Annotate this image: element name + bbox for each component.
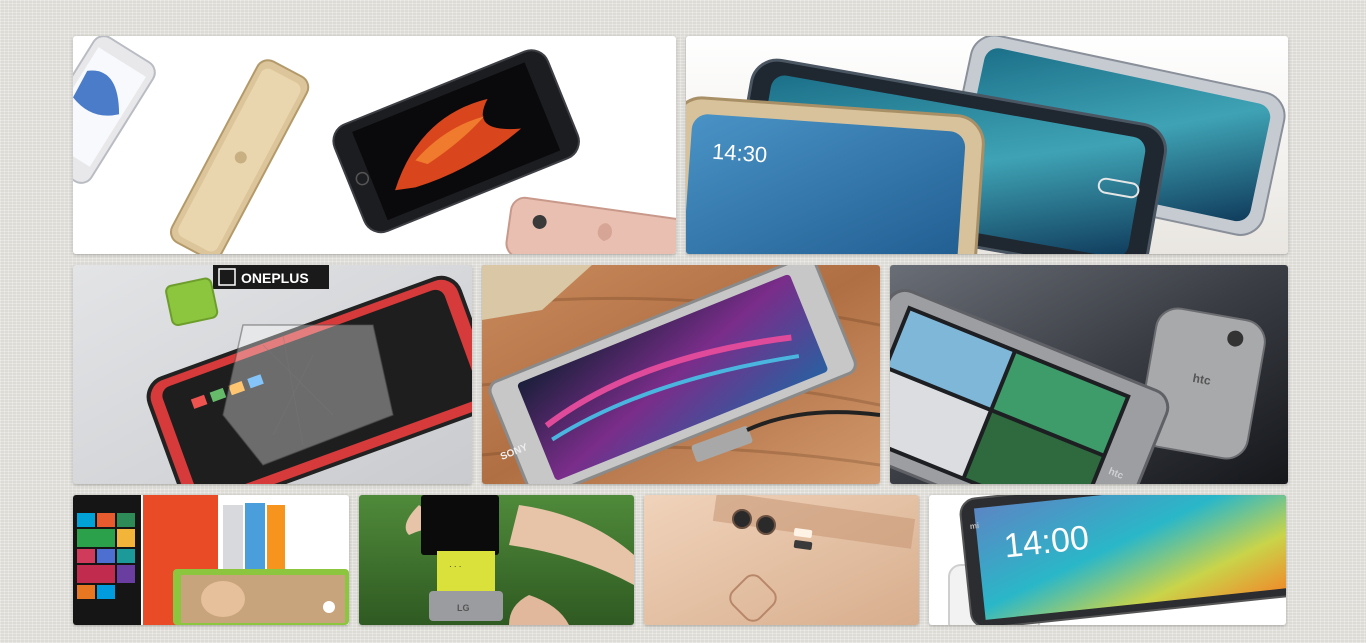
gallery-tile-huawei[interactable] bbox=[644, 495, 919, 625]
mi-logo-text: mi bbox=[969, 521, 979, 531]
gallery-tile-lumia[interactable] bbox=[73, 495, 349, 625]
xperia-image: SONY bbox=[482, 265, 880, 484]
gallery-tile-galaxy[interactable]: 14:30 bbox=[686, 36, 1288, 254]
gallery-tile-xperia[interactable]: SONY bbox=[482, 265, 880, 484]
svg-text:· · ·: · · · bbox=[449, 562, 461, 571]
galaxy-image: 14:30 bbox=[686, 36, 1288, 254]
htc-image: htc htc bbox=[890, 265, 1288, 484]
svg-text:14:30: 14:30 bbox=[711, 139, 768, 168]
lumia-image bbox=[73, 495, 349, 625]
oneplus-image: ONEPLUS bbox=[73, 265, 472, 484]
gallery-tile-htc[interactable]: htc htc bbox=[890, 265, 1288, 484]
huawei-image bbox=[644, 495, 919, 625]
gallery-tile-oneplus[interactable]: ONEPLUS bbox=[73, 265, 472, 484]
mi-image: 14:00 mi bbox=[929, 495, 1286, 625]
lg-image: · · · LG bbox=[359, 495, 634, 625]
gallery-tile-iphone[interactable] bbox=[73, 36, 676, 254]
phone-gallery: 14:30 ONEPLUS SONY htc htc · · · LG 14:0… bbox=[0, 0, 1366, 643]
iphone-image bbox=[73, 36, 676, 254]
lg-logo-text: LG bbox=[457, 603, 470, 613]
gallery-tile-lg[interactable]: · · · LG bbox=[359, 495, 634, 625]
gallery-tile-mi[interactable]: 14:00 mi bbox=[929, 495, 1286, 625]
oneplus-logo-text: ONEPLUS bbox=[241, 270, 309, 286]
